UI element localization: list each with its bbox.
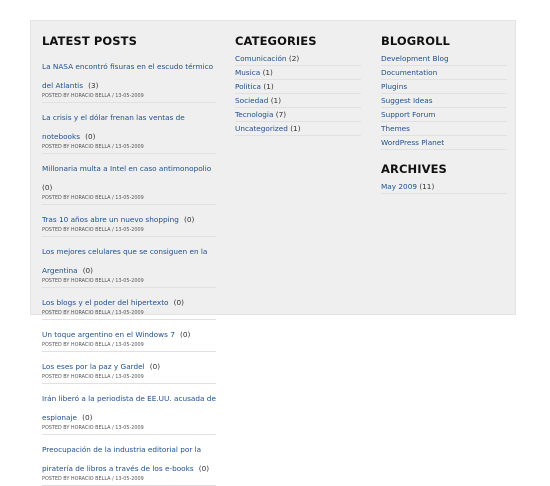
comment-count: (0) — [82, 413, 93, 422]
latest-posts-widget: LATEST POSTS La NASA encontró fisuras en… — [42, 34, 216, 486]
categories-heading: CATEGORIES — [235, 34, 317, 48]
blogroll-link[interactable]: Plugins — [381, 82, 407, 91]
category-count: (7) — [275, 110, 287, 119]
post-meta: POSTED BY HORACIO BELLA / 13-05-2009 — [42, 93, 144, 99]
blogroll-link[interactable]: Support Forum — [381, 110, 435, 119]
category-count: (1) — [263, 82, 274, 91]
blogroll-link[interactable]: Development Blog — [381, 54, 449, 63]
blogroll-item: Suggest Ideas — [381, 94, 507, 108]
post-item: La crisis y el dólar frenan las ventas d… — [42, 103, 216, 154]
post-meta: POSTED BY HORACIO BELLA / 13-05-2009 — [42, 310, 144, 316]
category-count: (1) — [290, 124, 301, 133]
post-link[interactable]: Preocupación de la industria editorial p… — [42, 445, 201, 473]
category-link[interactable]: Comunicación — [235, 54, 287, 63]
post-meta: POSTED BY HORACIO BELLA / 13-05-2009 — [42, 425, 144, 431]
post-item: Tras 10 años abre un nuevo shopping (0) … — [42, 205, 216, 237]
post-meta: POSTED BY HORACIO BELLA / 13-05-2009 — [42, 374, 144, 380]
archive-link[interactable]: May 2009 — [381, 182, 417, 191]
blogroll-item: Documentation — [381, 66, 507, 80]
category-item: Comunicación (2) — [235, 52, 361, 66]
post-meta: POSTED BY HORACIO BELLA / 13-05-2009 — [42, 278, 144, 284]
post-item: Millonaria multa a Intel en caso antimon… — [42, 154, 216, 205]
blogroll-link[interactable]: WordPress Planet — [381, 138, 444, 147]
latest-posts-heading: LATEST POSTS — [42, 34, 137, 48]
post-item: Irán liberó a la periodista de EE.UU. ac… — [42, 384, 216, 435]
post-link[interactable]: Tras 10 años abre un nuevo shopping — [42, 215, 179, 224]
post-item: Preocupación de la industria editorial p… — [42, 435, 216, 486]
comment-count: (0) — [82, 266, 94, 275]
comment-count: (0) — [85, 132, 96, 141]
comment-count: (3) — [88, 81, 99, 90]
post-link[interactable]: La NASA encontró fisuras en el escudo té… — [42, 62, 213, 90]
post-link[interactable]: Un toque argentino en el Windows 7 — [42, 330, 175, 339]
footer-widgets-panel: LATEST POSTS La NASA encontró fisuras en… — [30, 20, 516, 486]
category-item: Sociedad (1) — [235, 94, 361, 108]
post-meta: POSTED BY HORACIO BELLA / 13-05-2009 — [42, 342, 144, 348]
category-link[interactable]: Musica — [235, 68, 260, 77]
blogroll-link[interactable]: Documentation — [381, 68, 437, 77]
post-item: Un toque argentino en el Windows 7 (0) P… — [42, 320, 216, 352]
category-link[interactable]: Uncategorized — [235, 124, 288, 133]
comment-count: (0) — [173, 298, 184, 307]
blogroll-item: WordPress Planet — [381, 136, 507, 150]
post-item: Los eses por la paz y Gardel (0) POSTED … — [42, 352, 216, 384]
category-count: (1) — [262, 68, 273, 77]
post-link[interactable]: Los mejores celulares que se consiguen e… — [42, 247, 207, 275]
post-meta: POSTED BY HORACIO BELLA / 13-05-2009 — [42, 195, 144, 201]
post-item: Los mejores celulares que se consiguen e… — [42, 237, 216, 288]
comment-count: (0) — [149, 362, 161, 371]
post-link[interactable]: Irán liberó a la periodista de EE.UU. ac… — [42, 394, 216, 422]
archives-heading: ARCHIVES — [381, 162, 447, 176]
category-item: Uncategorized (1) — [235, 122, 361, 136]
category-item: Politica (1) — [235, 80, 361, 94]
blogroll-link[interactable]: Themes — [381, 124, 410, 133]
category-link[interactable]: Politica — [235, 82, 261, 91]
category-item: Tecnologia (7) — [235, 108, 361, 122]
post-meta: POSTED BY HORACIO BELLA / 13-05-2009 — [42, 227, 144, 233]
blogroll-item: Plugins — [381, 80, 507, 94]
blogroll-widget: BLOGROLL Development Blog Documentation … — [381, 34, 507, 194]
archive-item: May 2009 (11) — [381, 180, 507, 194]
category-count: (2) — [288, 54, 300, 63]
post-link[interactable]: La crisis y el dólar frenan las ventas d… — [42, 113, 185, 141]
post-link[interactable]: Millonaria multa a Intel en caso antimon… — [42, 164, 211, 173]
category-link[interactable]: Sociedad — [235, 96, 268, 105]
comment-count: (0) — [179, 330, 191, 339]
widget-spacer — [381, 150, 507, 162]
blogroll-item: Themes — [381, 122, 507, 136]
category-count: (1) — [270, 96, 282, 105]
blogroll-item: Support Forum — [381, 108, 507, 122]
post-meta: POSTED BY HORACIO BELLA / 13-05-2009 — [42, 144, 144, 150]
comment-count: (0) — [183, 215, 195, 224]
post-item: Los blogs y el poder del hipertexto (0) … — [42, 288, 216, 320]
post-link[interactable]: Los blogs y el poder del hipertexto — [42, 298, 169, 307]
archive-count: (11) — [419, 182, 435, 191]
post-link[interactable]: Los eses por la paz y Gardel — [42, 362, 145, 371]
post-meta: POSTED BY HORACIO BELLA / 13-05-2009 — [42, 476, 144, 482]
category-item: Musica (1) — [235, 66, 361, 80]
post-item: La NASA encontró fisuras en el escudo té… — [42, 52, 216, 103]
comment-count: (0) — [42, 183, 53, 192]
blogroll-item: Development Blog — [381, 52, 507, 66]
categories-widget: CATEGORIES Comunicación (2) Musica (1) P… — [235, 34, 361, 136]
comment-count: (0) — [198, 464, 210, 473]
blogroll-heading: BLOGROLL — [381, 34, 450, 48]
blogroll-link[interactable]: Suggest Ideas — [381, 96, 433, 105]
category-link[interactable]: Tecnologia — [235, 110, 273, 119]
